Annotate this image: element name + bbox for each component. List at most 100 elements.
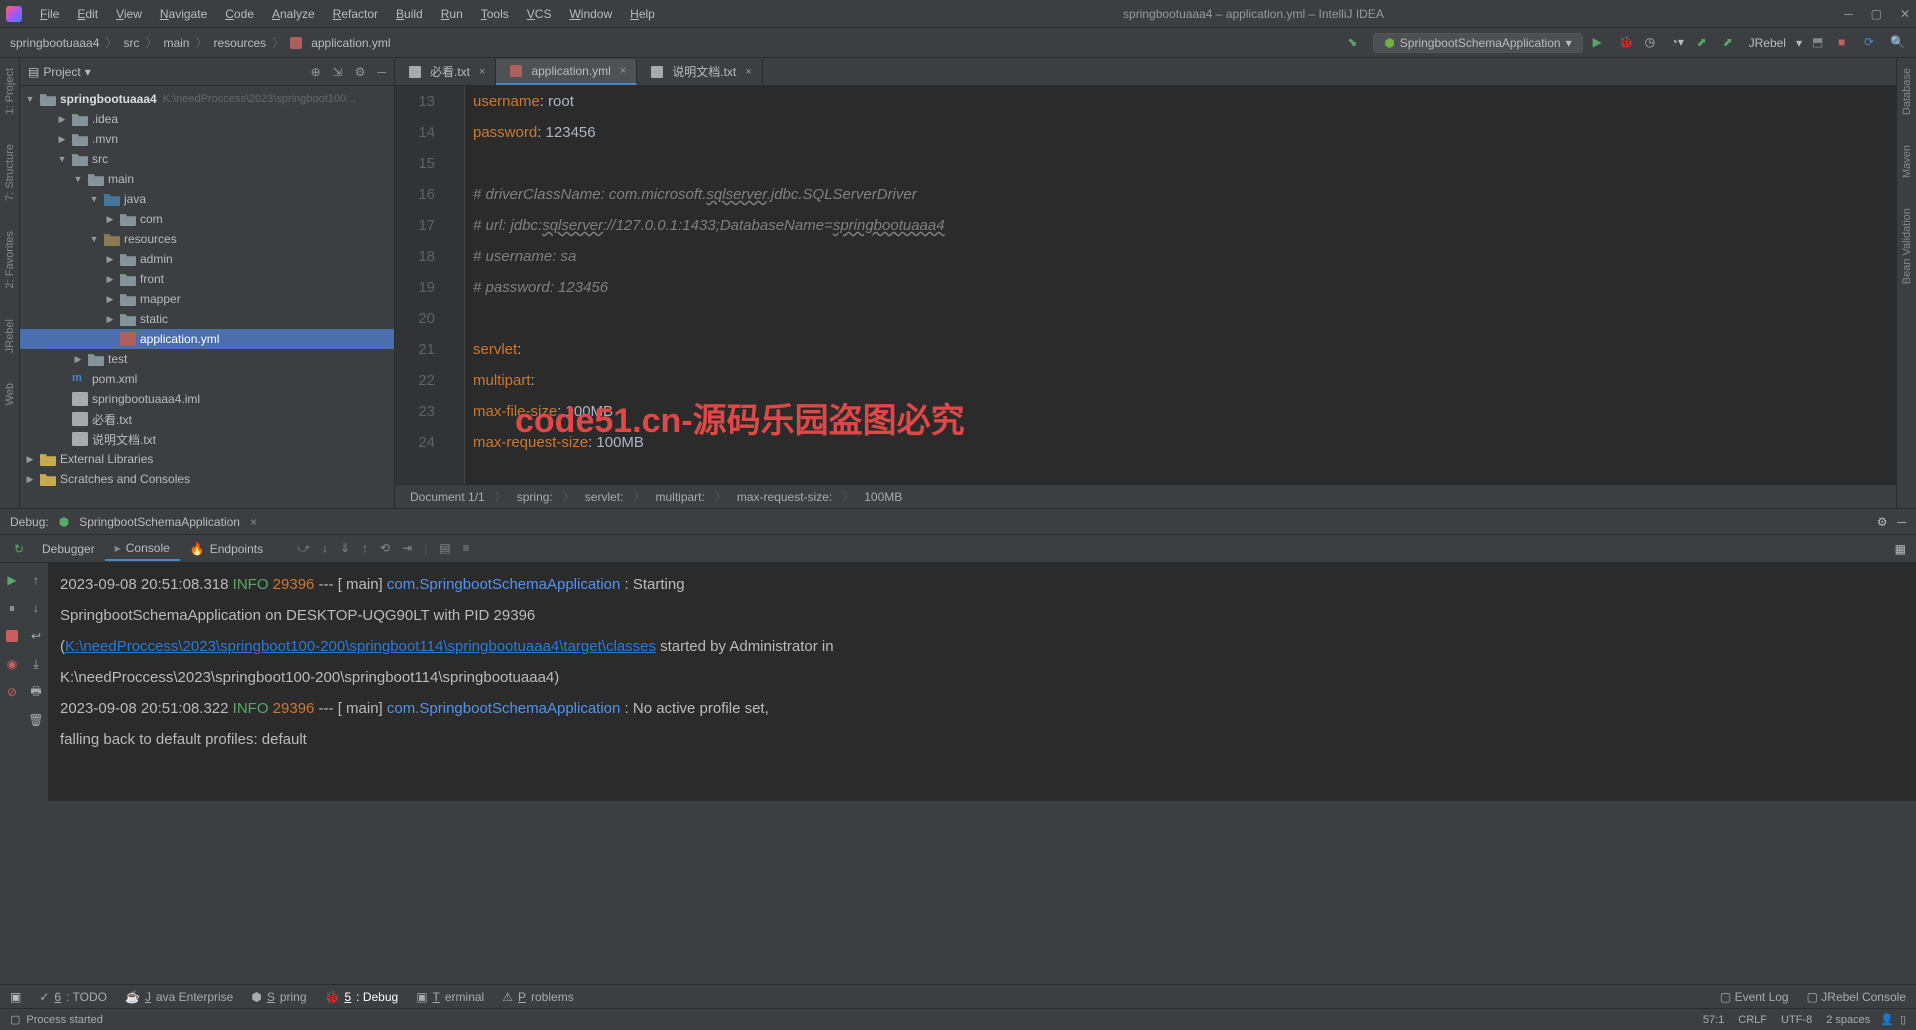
step-into-icon[interactable]: ↓ xyxy=(322,541,328,556)
run-icon[interactable]: ▶ xyxy=(1593,35,1609,51)
tree-item-static[interactable]: ▶static xyxy=(20,309,394,329)
sidebar-7--structure[interactable]: 7: Structure xyxy=(4,144,16,201)
rerun-icon[interactable]: ↻ xyxy=(10,540,28,558)
mute-breakpoints-icon[interactable]: ⊘ xyxy=(3,683,21,701)
tree-item-src[interactable]: ▼src xyxy=(20,149,394,169)
build-icon[interactable]: ⬊ xyxy=(1347,35,1363,51)
editor-tab-必看.txt[interactable]: 必看.txt× xyxy=(395,58,496,85)
tree-item--idea[interactable]: ▶.idea xyxy=(20,109,394,129)
breadcrumb[interactable]: springbootuaaa4〉src〉main〉resources〉appli… xyxy=(10,34,391,51)
menu-code[interactable]: Code xyxy=(217,5,262,23)
bottom-tab-problems[interactable]: ⚠ Problems xyxy=(502,990,573,1004)
tree-item-admin[interactable]: ▶admin xyxy=(20,249,394,269)
jrebel-debug-icon[interactable]: ⬈ xyxy=(1723,35,1739,51)
menu-run[interactable]: Run xyxy=(433,5,471,23)
status-57:1[interactable]: 57:1 xyxy=(1703,1014,1724,1026)
bottom-tab-spring[interactable]: ⬢ Spring xyxy=(251,990,306,1004)
debug-tab-console[interactable]: ▸ Console xyxy=(105,537,180,561)
bottom-tab-terminal[interactable]: ▣ Terminal xyxy=(416,990,484,1004)
trace-icon[interactable]: ≡ xyxy=(463,541,470,556)
print-icon[interactable]: 🖶 xyxy=(27,683,45,701)
minimize-icon[interactable]: ─ xyxy=(1844,7,1853,21)
tree-item-com[interactable]: ▶com xyxy=(20,209,394,229)
search-everywhere-icon[interactable]: 🔍 xyxy=(1890,35,1906,51)
bottom-event-log[interactable]: ▢ Event Log xyxy=(1720,990,1789,1004)
expand-all-icon[interactable]: ⇲ xyxy=(333,65,343,79)
tree-root[interactable]: ▼springbootuaaa4K:\needProccess\2023\spr… xyxy=(20,89,394,109)
jrebel-run-icon[interactable]: ⬈ xyxy=(1697,35,1713,51)
editor-tab-说明文档.txt[interactable]: 说明文档.txt× xyxy=(637,58,762,85)
editor-breadcrumb-bar[interactable]: Document 1/1〉spring:〉servlet:〉multipart:… xyxy=(395,484,1896,508)
run-configuration-selector[interactable]: ⬢ SpringbootSchemaApplication ▾ xyxy=(1373,33,1582,53)
menu-tools[interactable]: Tools xyxy=(473,5,517,23)
menu-analyze[interactable]: Analyze xyxy=(264,5,323,23)
select-opened-icon[interactable]: ⊕ xyxy=(311,65,321,79)
stop-icon[interactable]: ■ xyxy=(1838,35,1854,51)
menu-navigate[interactable]: Navigate xyxy=(152,5,215,23)
chevron-down-icon[interactable]: ▾ xyxy=(85,65,91,79)
fold-gutter[interactable] xyxy=(450,86,465,484)
bottom-tab-6--todo[interactable]: ✓ 6: TODO xyxy=(39,990,107,1004)
down-icon[interactable]: ↓ xyxy=(27,599,45,617)
sidebar-jrebel[interactable]: JRebel xyxy=(4,319,16,353)
step-out-icon[interactable]: ↑ xyxy=(362,541,368,556)
editor-content[interactable]: 131415161718192021222324 code51.cn-源码乐园盗… xyxy=(395,86,1896,484)
scroll-end-icon[interactable]: ⤓ xyxy=(27,655,45,673)
gear-icon[interactable]: ⚙ xyxy=(355,65,366,79)
hide-icon[interactable]: ─ xyxy=(1897,515,1906,529)
tree-item--mvn[interactable]: ▶.mvn xyxy=(20,129,394,149)
debug-tab-endpoints[interactable]: 🔥 Endpoints xyxy=(180,537,273,561)
resume-icon[interactable]: ▶ xyxy=(3,571,21,589)
menu-build[interactable]: Build xyxy=(388,5,431,23)
tree-item-front[interactable]: ▶front xyxy=(20,269,394,289)
tree-item-pom-xml[interactable]: mpom.xml xyxy=(20,369,394,389)
bottom-tab-java-enterprise[interactable]: ☕ Java Enterprise xyxy=(125,990,233,1004)
status-crlf[interactable]: CRLF xyxy=(1738,1014,1767,1026)
tree-item-java[interactable]: ▼java xyxy=(20,189,394,209)
hide-icon[interactable]: ─ xyxy=(377,65,386,79)
status-2 spaces[interactable]: 2 spaces xyxy=(1826,1014,1870,1026)
maximize-icon[interactable]: ▢ xyxy=(1871,7,1882,21)
attach-icon[interactable]: ⬒ xyxy=(1812,35,1828,51)
status-utf-8[interactable]: UTF-8 xyxy=(1781,1014,1812,1026)
menu-window[interactable]: Window xyxy=(561,5,620,23)
sidebar-2--favorites[interactable]: 2: Favorites xyxy=(4,231,16,288)
up-icon[interactable]: ↑ xyxy=(27,571,45,589)
clear-icon[interactable]: 🗑 xyxy=(27,711,45,729)
close-tab-icon[interactable]: × xyxy=(250,515,257,529)
force-step-icon[interactable]: ⇓ xyxy=(340,541,350,556)
tree-scratches-and-consoles[interactable]: ▶Scratches and Consoles xyxy=(20,469,394,489)
layout-icon[interactable]: ▦ xyxy=(1895,542,1906,556)
menu-edit[interactable]: Edit xyxy=(69,5,106,23)
tree-external-libraries[interactable]: ▶External Libraries xyxy=(20,449,394,469)
editor-tab-application.yml[interactable]: application.yml× xyxy=(496,59,637,85)
tree-item-必看-txt[interactable]: 必看.txt xyxy=(20,409,394,429)
sidebar-bean-validation[interactable]: Bean Validation xyxy=(1901,208,1913,284)
stop-button[interactable] xyxy=(3,627,21,645)
menu-vcs[interactable]: VCS xyxy=(519,5,560,23)
update-icon[interactable]: ⟳ xyxy=(1864,35,1880,51)
project-tree[interactable]: ▼springbootuaaa4K:\needProccess\2023\spr… xyxy=(20,86,394,508)
menu-help[interactable]: Help xyxy=(622,5,663,23)
sidebar-maven[interactable]: Maven xyxy=(1901,145,1913,178)
menu-refactor[interactable]: Refactor xyxy=(325,5,386,23)
pause-icon[interactable]: ⏸ xyxy=(3,599,21,617)
soft-wrap-icon[interactable]: ↩ xyxy=(27,627,45,645)
debug-icon[interactable]: 🐞 xyxy=(1619,35,1635,51)
profile-icon[interactable]: ◔▾ xyxy=(1671,35,1687,51)
hector-icon[interactable]: 👤 xyxy=(1880,1013,1894,1026)
jrebel-label[interactable]: JRebel xyxy=(1749,36,1786,50)
menu-file[interactable]: File xyxy=(32,5,67,23)
coverage-icon[interactable]: ◷ xyxy=(1645,35,1661,51)
gear-icon[interactable]: ⚙ xyxy=(1877,515,1888,529)
tree-item-resources[interactable]: ▼resources xyxy=(20,229,394,249)
console-output[interactable]: 2023-09-08 20:51:08.318 INFO 29396 --- [… xyxy=(48,563,1916,801)
sidebar-database[interactable]: Database xyxy=(1901,68,1913,115)
tree-item-springbootuaaa4-iml[interactable]: springbootuaaa4.iml xyxy=(20,389,394,409)
tree-item-说明文档-txt[interactable]: 说明文档.txt xyxy=(20,429,394,449)
tree-item-mapper[interactable]: ▶mapper xyxy=(20,289,394,309)
step-over-icon[interactable]: ⤻ xyxy=(297,541,310,556)
tree-item-test[interactable]: ▶test xyxy=(20,349,394,369)
tree-item-main[interactable]: ▼main xyxy=(20,169,394,189)
close-icon[interactable]: ✕ xyxy=(1900,7,1910,21)
